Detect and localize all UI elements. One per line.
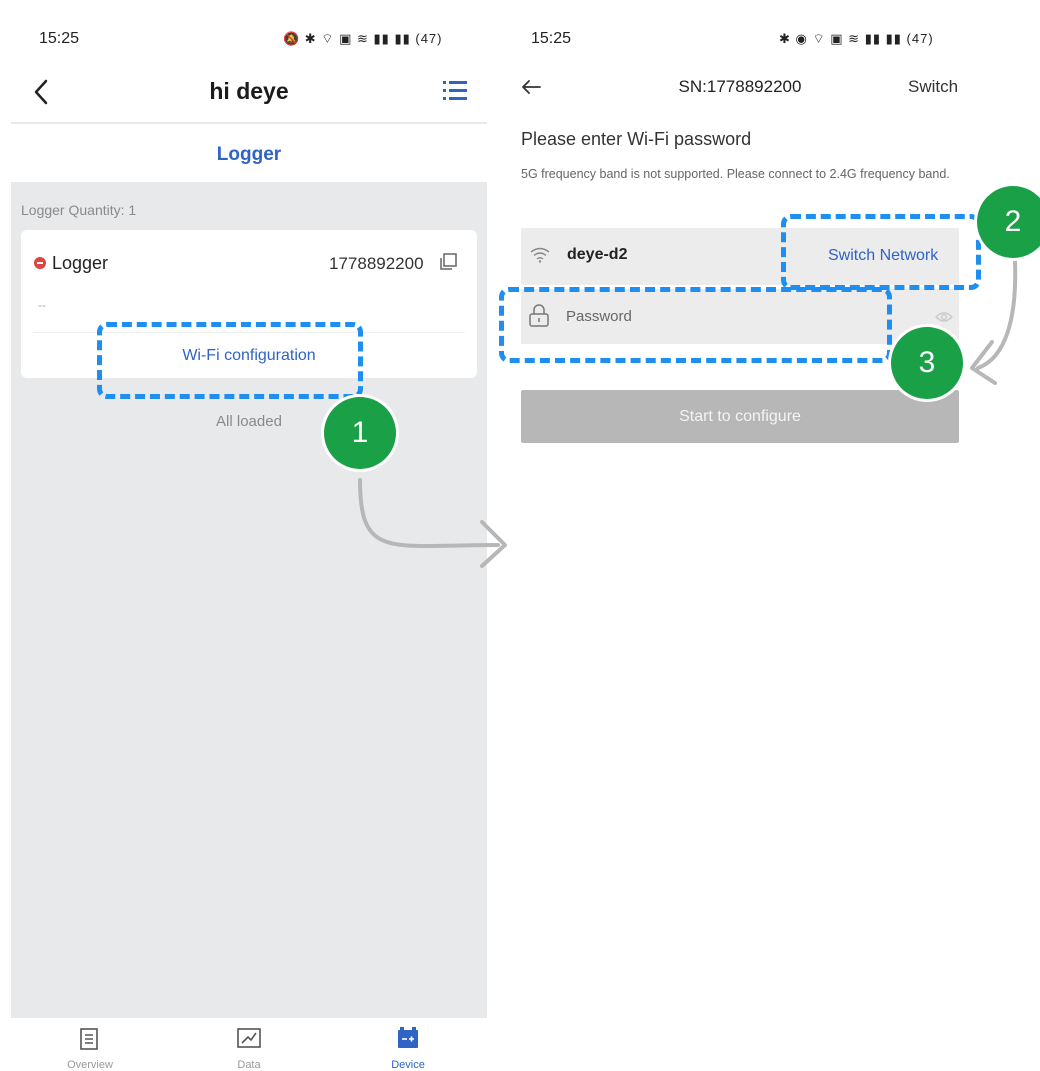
step-badge-3: 3: [891, 327, 963, 399]
highlight-password-field: [499, 287, 892, 363]
highlight-switch-network: [781, 214, 981, 290]
step-badge-1: 1: [324, 397, 396, 469]
annotation-arrows: [358, 260, 1018, 568]
highlight-wifi-configuration: [97, 322, 363, 399]
step-badge-2: 2: [977, 186, 1040, 258]
